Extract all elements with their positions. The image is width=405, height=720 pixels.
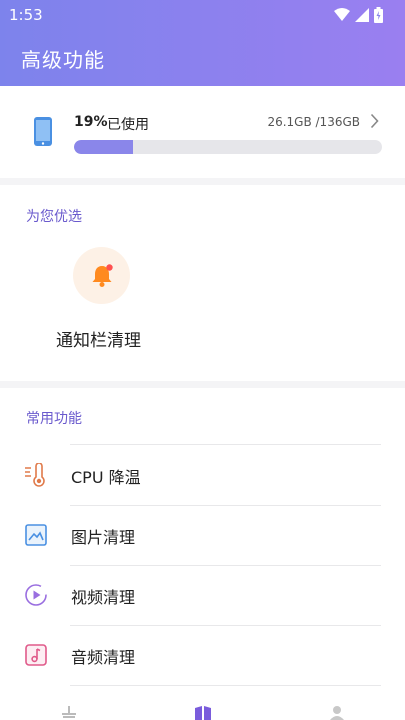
broom-icon[interactable] — [59, 706, 79, 720]
section-title-common: 常用功能 — [26, 411, 82, 427]
feature-image-clean[interactable]: 图片清理 — [0, 505, 405, 565]
status-icons — [334, 7, 383, 23]
storage-size: 26.1GB /136GB — [267, 115, 360, 129]
battery-icon — [374, 7, 383, 23]
feature-label: 音频清理 — [71, 648, 136, 667]
storage-percent: 19% — [74, 114, 108, 130]
storage-used-label: 已使用 — [107, 117, 149, 133]
storage-progress-bar — [74, 140, 382, 154]
feature-label: 图片清理 — [71, 528, 136, 547]
notification-clean-button[interactable] — [73, 247, 130, 304]
storage-card[interactable]: 19% 已使用 26.1GB /136GB — [0, 86, 405, 178]
feature-audio-clean[interactable]: 音频清理 — [0, 625, 405, 685]
music-icon — [25, 644, 47, 666]
chevron-right-icon[interactable] — [370, 113, 379, 129]
section-title-recommended: 为您优选 — [26, 209, 82, 225]
status-bar: 1:53 — [0, 0, 405, 30]
feature-label: CPU 降温 — [71, 468, 141, 487]
feature-video-clean[interactable]: 视频清理 — [0, 565, 405, 625]
status-time: 1:53 — [9, 6, 43, 24]
profile-icon[interactable] — [329, 706, 345, 720]
image-icon — [25, 524, 47, 546]
feature-cpu-cooling[interactable]: CPU 降温 — [0, 445, 405, 505]
features-icon[interactable] — [194, 706, 212, 720]
recommended-section: 为您优选 通知栏清理 — [0, 185, 405, 381]
notification-clean-label[interactable]: 通知栏清理 — [56, 326, 141, 351]
page-title: 高级功能 — [21, 48, 105, 72]
wifi-icon — [334, 8, 350, 21]
play-icon — [25, 584, 47, 606]
divider — [70, 685, 381, 686]
feature-label: 视频清理 — [71, 588, 136, 607]
phone-icon — [34, 117, 52, 146]
bell-icon — [92, 263, 113, 287]
common-functions-section: 常用功能 CPU 降温 图片清理 视频清理 音频清理 — [0, 388, 405, 720]
signal-icon — [355, 8, 369, 22]
app-header: 1:53 高级功能 — [0, 0, 405, 86]
storage-progress-fill — [74, 140, 133, 154]
bottom-nav — [0, 700, 405, 720]
thermometer-icon — [25, 463, 45, 487]
